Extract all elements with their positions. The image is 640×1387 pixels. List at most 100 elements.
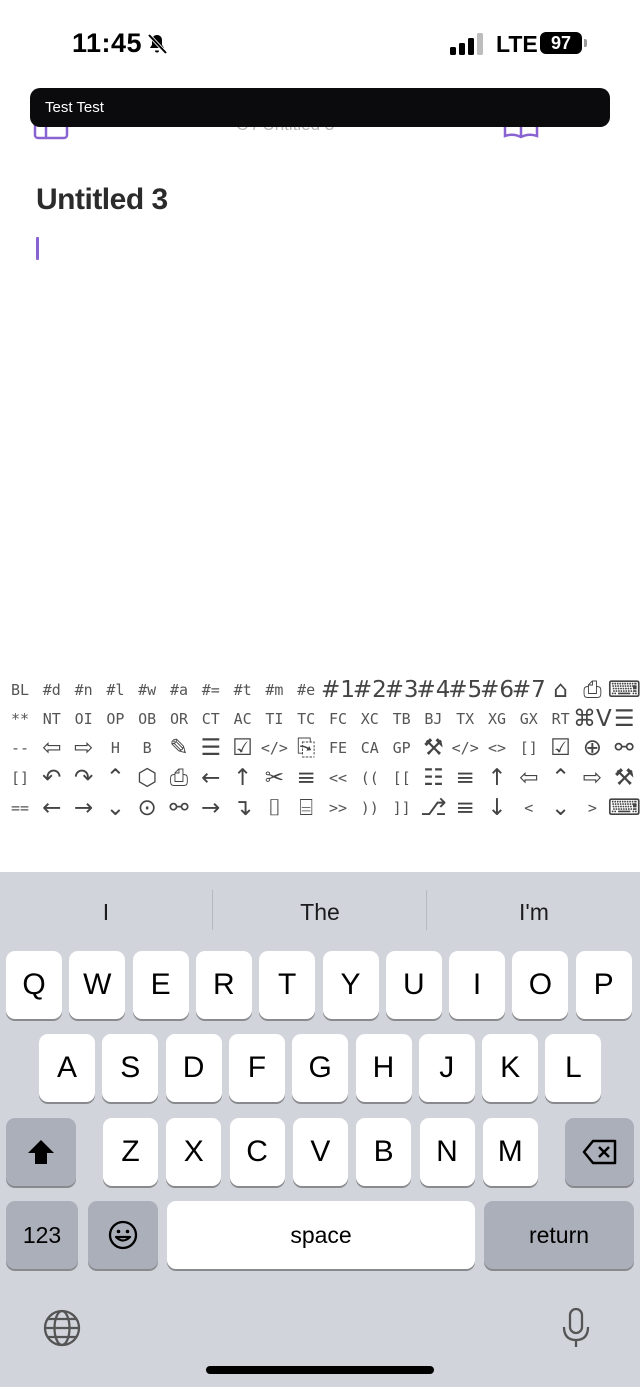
toolbar-button[interactable]: ⌘V: [573, 705, 612, 733]
key-m[interactable]: M: [482, 1118, 538, 1186]
toolbar-button[interactable]: FE: [322, 734, 354, 762]
toolbar-button[interactable]: ⇦: [36, 734, 68, 762]
toolbar-button[interactable]: OB: [131, 705, 163, 733]
toolbar-button[interactable]: ⌸: [290, 794, 322, 822]
toolbar-button[interactable]: B: [131, 734, 163, 762]
toolbar-button[interactable]: TC: [290, 705, 322, 733]
key-t[interactable]: T: [259, 951, 316, 1019]
toolbar-button[interactable]: <>: [481, 734, 513, 762]
suggestion-3[interactable]: I'm: [428, 892, 640, 932]
toolbar-button[interactable]: →: [68, 794, 100, 822]
toolbar-button[interactable]: GP: [386, 734, 418, 762]
toolbar-button[interactable]: []: [4, 764, 36, 792]
toolbar-button[interactable]: ]]: [386, 794, 418, 822]
toolbar-button[interactable]: ↑: [481, 764, 513, 792]
toolbar-button[interactable]: ⌃: [545, 764, 577, 792]
key-h[interactable]: H: [355, 1034, 412, 1102]
globe-icon[interactable]: [42, 1308, 82, 1348]
toolbar-button[interactable]: ⊙: [131, 794, 163, 822]
key-p[interactable]: P: [575, 951, 632, 1019]
toolbar-button[interactable]: ☰: [608, 705, 640, 733]
key-c[interactable]: C: [229, 1118, 285, 1186]
toolbar-button[interactable]: XC: [354, 705, 386, 733]
key-y[interactable]: Y: [322, 951, 379, 1019]
toolbar-button[interactable]: CT: [195, 705, 227, 733]
toolbar-button[interactable]: ⎙: [576, 676, 608, 704]
key-b[interactable]: B: [356, 1118, 412, 1186]
toolbar-button[interactable]: >: [576, 794, 608, 822]
toolbar-button[interactable]: #a: [163, 676, 195, 704]
toolbar-button[interactable]: CA: [354, 734, 386, 762]
space-key[interactable]: space: [167, 1201, 475, 1269]
key-n[interactable]: N: [419, 1118, 475, 1186]
document-title[interactable]: Untitled 3: [36, 183, 168, 217]
key-v[interactable]: V: [292, 1118, 348, 1186]
toolbar-button[interactable]: #=: [195, 676, 227, 704]
toolbar-button[interactable]: ☑: [227, 734, 259, 762]
toolbar-button[interactable]: H: [99, 734, 131, 762]
key-g[interactable]: G: [292, 1034, 349, 1102]
toolbar-button[interactable]: ⎙: [163, 764, 195, 792]
toolbar-button[interactable]: ⌂: [545, 676, 577, 704]
microphone-icon[interactable]: [560, 1306, 592, 1350]
toolbar-button[interactable]: ⚯: [163, 794, 195, 822]
toolbar-button[interactable]: ☰: [195, 734, 227, 762]
toolbar-button[interactable]: GX: [513, 705, 545, 733]
toolbar-button[interactable]: ≡: [290, 764, 322, 792]
toolbar-button[interactable]: XG: [481, 705, 513, 733]
toolbar-button[interactable]: ⌨: [608, 794, 640, 822]
suggestion-2[interactable]: The: [214, 892, 426, 932]
toolbar-button[interactable]: BL: [4, 676, 36, 704]
toolbar-button[interactable]: )): [354, 794, 386, 822]
toolbar-button[interactable]: ⎇: [417, 794, 449, 822]
toolbar-button[interactable]: <: [513, 794, 545, 822]
suggestion-1[interactable]: I: [0, 892, 212, 932]
toolbar-button[interactable]: ⇨: [576, 764, 608, 792]
toolbar-button[interactable]: #3: [385, 676, 419, 704]
toolbar-button[interactable]: ✎: [163, 734, 195, 762]
toolbar-button[interactable]: ↓: [481, 794, 513, 822]
key-d[interactable]: D: [165, 1034, 222, 1102]
toolbar-button[interactable]: #t: [227, 676, 259, 704]
toolbar-button[interactable]: </>: [258, 734, 290, 762]
toolbar-button[interactable]: ✂: [258, 764, 290, 792]
toolbar-button[interactable]: RT: [545, 705, 577, 733]
toolbar-button[interactable]: ⚯: [608, 734, 640, 762]
toolbar-button[interactable]: ↑: [227, 764, 259, 792]
toolbar-button[interactable]: #e: [290, 676, 322, 704]
toolbar-button[interactable]: ⌷: [258, 794, 290, 822]
toolbar-button[interactable]: ⌄: [99, 794, 131, 822]
toolbar-button[interactable]: TB: [386, 705, 418, 733]
toolbar-button[interactable]: ⌃: [99, 764, 131, 792]
delete-key[interactable]: [565, 1118, 634, 1186]
toolbar-button[interactable]: NT: [36, 705, 68, 733]
toolbar-button[interactable]: ((: [354, 764, 386, 792]
toolbar-button[interactable]: TI: [258, 705, 290, 733]
key-x[interactable]: X: [166, 1118, 222, 1186]
key-f[interactable]: F: [228, 1034, 285, 1102]
toolbar-button[interactable]: #1: [321, 676, 355, 704]
key-o[interactable]: O: [512, 951, 569, 1019]
key-l[interactable]: L: [545, 1034, 602, 1102]
key-s[interactable]: S: [102, 1034, 159, 1102]
toolbar-button[interactable]: →: [195, 794, 227, 822]
key-u[interactable]: U: [385, 951, 442, 1019]
shift-key[interactable]: [6, 1118, 76, 1186]
toolbar-button[interactable]: ==: [4, 794, 36, 822]
toolbar-button[interactable]: ⬡: [131, 764, 163, 792]
toolbar-button[interactable]: ⌄: [545, 794, 577, 822]
toolbar-button[interactable]: AC: [227, 705, 259, 733]
toolbar-button[interactable]: #5: [448, 676, 482, 704]
toolbar-button[interactable]: ⌨: [608, 676, 640, 704]
toolbar-button[interactable]: ⚒: [608, 764, 640, 792]
toolbar-button[interactable]: >>: [322, 794, 354, 822]
key-k[interactable]: K: [482, 1034, 539, 1102]
toolbar-button[interactable]: OI: [68, 705, 100, 733]
toolbar-button[interactable]: ↷: [68, 764, 100, 792]
toolbar-button[interactable]: #m: [258, 676, 290, 704]
toolbar-button[interactable]: []: [513, 734, 545, 762]
toolbar-button[interactable]: TX: [449, 705, 481, 733]
key-e[interactable]: E: [132, 951, 189, 1019]
toolbar-button[interactable]: **: [4, 705, 36, 733]
toolbar-button[interactable]: ⚒: [417, 734, 449, 762]
